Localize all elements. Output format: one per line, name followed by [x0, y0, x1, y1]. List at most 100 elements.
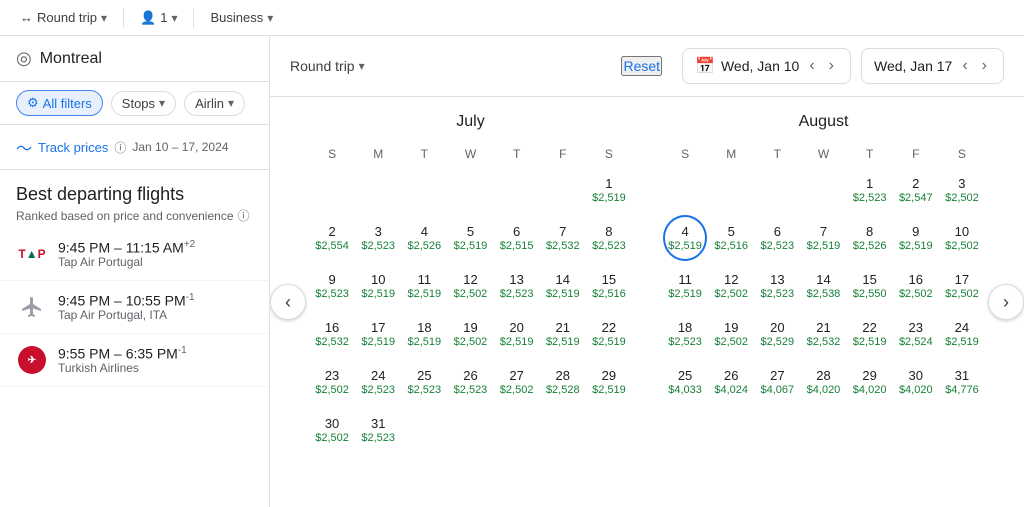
cal-cell-0-3-5[interactable]: 21$2,519: [541, 311, 585, 357]
cal-cell-1-3-0[interactable]: 18$2,523: [663, 311, 707, 357]
cal-cell-1-2-3[interactable]: 14$2,538: [801, 263, 845, 309]
cal-cell-0-4-6[interactable]: 29$2,519: [587, 359, 631, 405]
cal-cell-1-0-4[interactable]: 1$2,523: [848, 167, 892, 213]
cal-cell-1-3-5[interactable]: 23$2,524: [894, 311, 938, 357]
return-next-arrow[interactable]: ›: [978, 55, 991, 77]
cal-cell-0-3-6[interactable]: 22$2,519: [587, 311, 631, 357]
cal-cell-0-1-0[interactable]: 2$2,554: [310, 215, 354, 261]
cal-cell-0-2-6[interactable]: 15$2,516: [587, 263, 631, 309]
cal-cell-1-0-5[interactable]: 2$2,547: [894, 167, 938, 213]
cal-cell-1-4-4[interactable]: 29$4,020: [848, 359, 892, 405]
stops-filter-button[interactable]: Stops ▾: [111, 91, 176, 116]
cal-cell-0-4-4[interactable]: 27$2,502: [495, 359, 539, 405]
cal-cell-0-0-6[interactable]: 1$2,519: [587, 167, 631, 213]
calendar-right-nav[interactable]: ›: [988, 284, 1024, 320]
cal-cell-0-1-6[interactable]: 8$2,523: [587, 215, 631, 261]
cal-cell-1-4-0[interactable]: 25$4,033: [663, 359, 707, 405]
cal-cell-1-3-3[interactable]: 21$2,532: [801, 311, 845, 357]
flight-card-2[interactable]: ✈ 9:55 PM – 6:35 PM-1 Turkish Airlines: [0, 334, 269, 387]
cal-cell-1-4-3[interactable]: 28$4,020: [801, 359, 845, 405]
airline-filter-button[interactable]: Airlin ▾: [184, 91, 245, 116]
cal-cell-0-5-0[interactable]: 30$2,502: [310, 407, 354, 453]
cal-cell-1-3-1[interactable]: 19$2,502: [709, 311, 753, 357]
cal-cell-1-4-2[interactable]: 27$4,067: [755, 359, 799, 405]
cal-cell-1-4-1[interactable]: 26$4,024: [709, 359, 753, 405]
cal-cell-1-1-3[interactable]: 7$2,519: [801, 215, 845, 261]
cal-cell-1-2-2[interactable]: 13$2,523: [755, 263, 799, 309]
cal-cell-0-1-4[interactable]: 6$2,515: [495, 215, 539, 261]
day-num-1-4-6: 31: [955, 368, 969, 383]
cal-cell-1-2-6[interactable]: 17$2,502: [940, 263, 984, 309]
passengers-selector[interactable]: 👤 1 ▾: [132, 6, 185, 30]
day-num-1-3-0: 18: [678, 320, 692, 335]
departure-next-arrow[interactable]: ›: [825, 55, 838, 77]
cal-cell-0-3-3[interactable]: 19$2,502: [448, 311, 492, 357]
cal-cell-0-3-0[interactable]: 16$2,532: [310, 311, 354, 357]
day-num-0-4-4: 27: [509, 368, 523, 383]
departure-date-nav[interactable]: 📅 Wed, Jan 10 ‹ ›: [682, 48, 851, 84]
cal-cell-0-1-2[interactable]: 4$2,526: [402, 215, 446, 261]
cal-cell-1-2-0[interactable]: 11$2,519: [663, 263, 707, 309]
calendar-grid-1: SMTWTFS1$2,5232$2,5473$2,5024$2,5195$2,5…: [663, 143, 984, 405]
cal-cell-1-1-1[interactable]: 5$2,516: [709, 215, 753, 261]
calendar-left-nav[interactable]: ‹: [270, 284, 306, 320]
cal-cell-0-2-2[interactable]: 11$2,519: [402, 263, 446, 309]
cal-cell-0-4-0[interactable]: 23$2,502: [310, 359, 354, 405]
cal-cell-0-2-1[interactable]: 10$2,519: [356, 263, 400, 309]
cal-cell-1-3-6[interactable]: 24$2,519: [940, 311, 984, 357]
day-num-1-2-4: 15: [862, 272, 876, 287]
all-filters-button[interactable]: ⚙ All filters: [16, 90, 103, 116]
cal-cell-0-2-5[interactable]: 14$2,519: [541, 263, 585, 309]
cal-cell-0-1-1[interactable]: 3$2,523: [356, 215, 400, 261]
day-num-0-4-2: 25: [417, 368, 431, 383]
cal-cell-0-2-0[interactable]: 9$2,523: [310, 263, 354, 309]
origin-input[interactable]: [40, 50, 253, 68]
cal-cell-1-3-2[interactable]: 20$2,529: [755, 311, 799, 357]
trip-type-selector-top[interactable]: ↔ Round trip ▾: [12, 6, 115, 29]
flight-time-2: 9:55 PM – 6:35 PM-1: [58, 345, 253, 362]
cal-cell-1-2-5[interactable]: 16$2,502: [894, 263, 938, 309]
cal-cell-0-1-5[interactable]: 7$2,532: [541, 215, 585, 261]
cal-cell-1-2-1[interactable]: 12$2,502: [709, 263, 753, 309]
cal-cell-1-1-0[interactable]: 4$2,519: [663, 215, 707, 261]
cal-cell-0-2-3[interactable]: 12$2,502: [448, 263, 492, 309]
track-prices-label[interactable]: Track prices: [38, 140, 108, 155]
cal-cell-1-2-4[interactable]: 15$2,550: [848, 263, 892, 309]
cal-cell-0-3-2[interactable]: 18$2,519: [402, 311, 446, 357]
flight-card-1[interactable]: 9:45 PM – 10:55 PM-1 Tap Air Portugal, I…: [0, 281, 269, 334]
cal-cell-1-0-6[interactable]: 3$2,502: [940, 167, 984, 213]
cal-cell-1-4-6[interactable]: 31$4,776: [940, 359, 984, 405]
day-price-1-3-1: $2,502: [714, 336, 748, 348]
departure-prev-arrow[interactable]: ‹: [805, 55, 818, 77]
plane-logo: [16, 291, 48, 323]
calendar-trip-type[interactable]: Round trip ▾: [290, 58, 365, 74]
cal-cell-0-3-1[interactable]: 17$2,519: [356, 311, 400, 357]
cal-cell-0-1-3[interactable]: 5$2,519: [448, 215, 492, 261]
day-num-1-1-6: 10: [955, 224, 969, 239]
class-selector[interactable]: Business ▾: [202, 6, 281, 29]
flight-card-0[interactable]: T▲P 9:45 PM – 11:15 AM+2 Tap Air Portuga…: [0, 228, 269, 281]
cal-cell-0-0-5: [541, 167, 585, 213]
cal-cell-0-5-1[interactable]: 31$2,523: [356, 407, 400, 453]
cal-cell-1-1-2[interactable]: 6$2,523: [755, 215, 799, 261]
return-prev-arrow[interactable]: ‹: [958, 55, 971, 77]
cal-cell-0-4-2[interactable]: 25$2,523: [402, 359, 446, 405]
cal-cell-1-3-4[interactable]: 22$2,519: [848, 311, 892, 357]
cal-cell-1-1-6[interactable]: 10$2,502: [940, 215, 984, 261]
cal-cell-1-4-5[interactable]: 30$4,020: [894, 359, 938, 405]
cal-header-1-3: W: [801, 143, 845, 165]
cal-cell-0-3-4[interactable]: 20$2,519: [495, 311, 539, 357]
trip-type-label-top: Round trip: [37, 10, 97, 25]
cal-cell-0-4-1[interactable]: 24$2,523: [356, 359, 400, 405]
cal-cell-1-1-5[interactable]: 9$2,519: [894, 215, 938, 261]
search-bar: ◎: [0, 36, 269, 82]
cal-cell-0-4-3[interactable]: 26$2,523: [448, 359, 492, 405]
cal-cell-0-4-5[interactable]: 28$2,528: [541, 359, 585, 405]
cal-cell-0-2-4[interactable]: 13$2,523: [495, 263, 539, 309]
return-date-nav[interactable]: Wed, Jan 17 ‹ ›: [861, 48, 1004, 84]
day-price-0-4-4: $2,502: [500, 384, 534, 396]
reset-button[interactable]: Reset: [621, 56, 662, 76]
cal-cell-1-1-4[interactable]: 8$2,526: [848, 215, 892, 261]
day-num-0-1-2: 4: [421, 224, 428, 239]
departure-date-label: Wed, Jan 10: [721, 58, 799, 74]
